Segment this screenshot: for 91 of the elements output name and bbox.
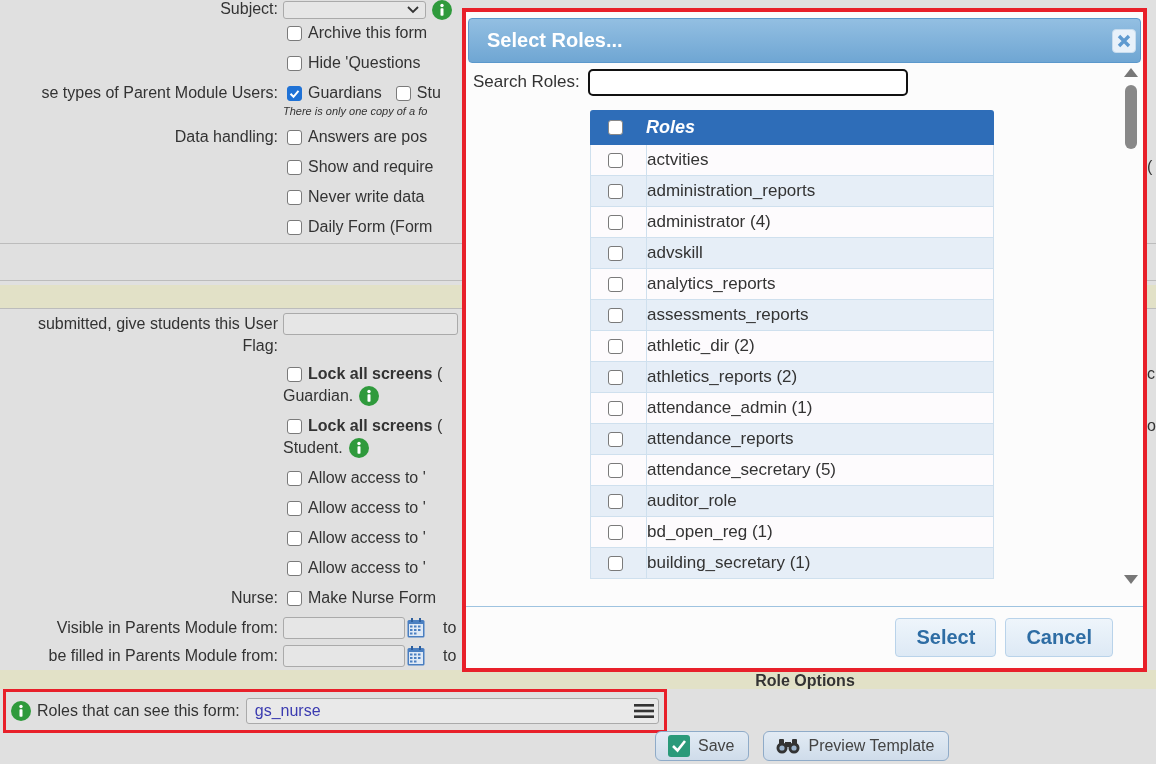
checkbox-label: Show and require xyxy=(308,158,434,176)
field-text: ( xyxy=(1147,158,1153,175)
checkbox-label: Guardian. xyxy=(283,387,354,405)
field-value: gs_nurse xyxy=(254,702,321,720)
checkbox[interactable] xyxy=(287,55,302,71)
close-button[interactable] xyxy=(1112,28,1136,53)
checkbox-label: Allow access to ' xyxy=(308,499,426,517)
save-button[interactable]: Save xyxy=(655,731,750,761)
info-icon xyxy=(359,386,380,406)
scroll-down-icon[interactable] xyxy=(1124,575,1138,585)
date-field[interactable] xyxy=(283,645,405,667)
checkbox[interactable] xyxy=(287,530,302,546)
checkbox[interactable] xyxy=(287,159,302,175)
date-field[interactable] xyxy=(283,617,405,639)
checkbox[interactable] xyxy=(287,85,302,101)
checkbox[interactable] xyxy=(608,555,623,571)
checkbox[interactable] xyxy=(608,245,623,261)
checkbox-label: Daily Form (Form xyxy=(308,218,433,236)
checkbox[interactable] xyxy=(608,183,623,199)
field-label: Nurse: xyxy=(230,589,278,606)
select-button[interactable]: Select xyxy=(895,618,997,657)
checkbox-label: Answers are pos xyxy=(308,128,428,146)
checkbox[interactable] xyxy=(287,129,302,145)
menu-icon[interactable] xyxy=(634,703,654,719)
checkbox[interactable] xyxy=(608,307,623,323)
column-header: Roles xyxy=(646,117,697,138)
scroll-up-icon[interactable] xyxy=(1124,67,1138,77)
field-label: Subject: xyxy=(220,0,278,17)
checkbox[interactable] xyxy=(287,470,302,486)
scroll-thumb[interactable] xyxy=(1125,85,1137,149)
checkbox[interactable] xyxy=(395,85,411,101)
checkbox-label: Make Nurse Form xyxy=(308,589,437,607)
field-label: Data handling: xyxy=(174,128,278,145)
calendar-icon[interactable] xyxy=(407,618,425,638)
checkbox[interactable] xyxy=(608,369,623,385)
info-icon xyxy=(432,0,452,20)
checkbox[interactable] xyxy=(287,219,302,235)
checkbox[interactable] xyxy=(287,25,302,41)
checkbox-label: Stu xyxy=(416,84,441,102)
roles-field[interactable]: gs_nurse xyxy=(245,698,659,724)
info-icon xyxy=(11,701,31,721)
checkbox[interactable] xyxy=(607,120,623,135)
calendar-icon[interactable] xyxy=(407,646,425,666)
help-note: There is only one copy of a fo xyxy=(283,104,429,118)
preview-button[interactable]: Preview Template xyxy=(763,731,950,761)
checkbox[interactable] xyxy=(287,560,302,576)
cancel-button[interactable]: Cancel xyxy=(1005,618,1113,657)
field-label: Roles that can see this form: xyxy=(37,702,240,720)
checkbox[interactable] xyxy=(608,524,623,540)
checkbox-label: Hide 'Questions xyxy=(308,54,421,72)
field-text: o xyxy=(1147,417,1156,434)
checkbox[interactable] xyxy=(608,276,623,292)
select-field[interactable] xyxy=(283,1,426,19)
checkbox-label: Never write data xyxy=(308,188,425,206)
search-label: Search Roles: xyxy=(473,72,580,92)
checkbox[interactable] xyxy=(287,590,302,606)
checkbox-label: Lock all screens ( xyxy=(308,365,443,383)
checkbox[interactable] xyxy=(287,189,302,205)
checkbox-label: Lock all screens ( xyxy=(308,417,443,435)
checkbox[interactable] xyxy=(608,462,623,478)
check-icon xyxy=(668,735,690,757)
checkbox[interactable] xyxy=(608,214,623,230)
info-icon xyxy=(348,438,369,458)
checkbox-label: Guardians xyxy=(308,84,382,102)
text-field[interactable] xyxy=(283,313,458,335)
section-title: Role Options xyxy=(755,673,855,689)
checkbox[interactable] xyxy=(608,400,623,416)
checkbox[interactable] xyxy=(608,152,623,168)
checkbox[interactable] xyxy=(608,338,623,354)
field-label: submitted, give students this User Flag: xyxy=(37,315,278,354)
checkbox-label: Allow access to ' xyxy=(308,469,426,487)
checkbox[interactable] xyxy=(608,431,623,447)
binoculars-icon xyxy=(776,738,801,754)
chevron-down-icon xyxy=(407,6,419,14)
field-label: se types of Parent Module Users: xyxy=(41,84,278,101)
checkbox-label: Archive this form xyxy=(308,24,428,42)
to-label: to xyxy=(443,619,457,637)
dialog-title: Select Roles... xyxy=(487,29,623,52)
checkbox-label: Student. xyxy=(283,439,343,457)
field-text: c xyxy=(1147,365,1155,382)
field-label: Visible in Parents Module from: xyxy=(56,619,278,636)
field-label: be filled in Parents Module from: xyxy=(48,647,278,664)
to-label: to xyxy=(443,647,457,665)
search-field[interactable] xyxy=(587,68,908,96)
checkbox[interactable] xyxy=(287,366,302,382)
checkbox[interactable] xyxy=(287,500,302,516)
close-icon xyxy=(1117,33,1131,48)
checkbox-label: Allow access to ' xyxy=(308,529,426,547)
checkbox[interactable] xyxy=(287,418,302,434)
checkbox[interactable] xyxy=(608,493,623,509)
checkbox-label: Allow access to ' xyxy=(308,559,426,577)
